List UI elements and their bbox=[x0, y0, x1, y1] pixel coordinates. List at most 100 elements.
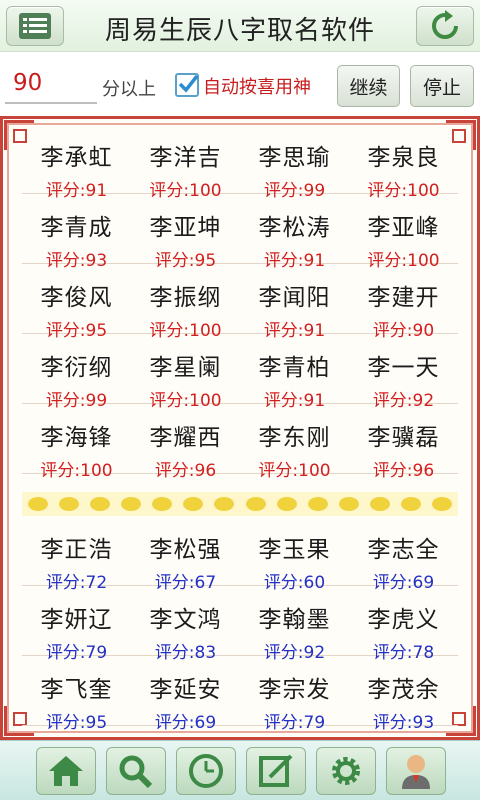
decorative-dot bbox=[276, 497, 297, 511]
name-text: 李东刚 bbox=[258, 425, 331, 451]
table-row: 李承虹 评分:91 李洋吉 评分:100 李思瑜 评分:99 李泉良 评分:100 bbox=[22, 128, 458, 201]
nav-edit-button[interactable] bbox=[246, 747, 306, 795]
decorative-dot bbox=[120, 497, 141, 511]
refresh-icon bbox=[432, 10, 458, 39]
name-text: 李振纲 bbox=[149, 285, 222, 311]
name-card[interactable]: 李亚峰 评分:100 bbox=[349, 198, 458, 271]
name-card[interactable]: 李青成 评分:93 bbox=[22, 198, 131, 271]
clock-icon bbox=[189, 754, 223, 788]
min-score-input[interactable] bbox=[5, 64, 97, 104]
name-card[interactable]: 李承虹 评分:91 bbox=[22, 128, 131, 201]
name-card[interactable]: 李青柏 评分:91 bbox=[240, 338, 349, 411]
table-row: 李俊风 评分:95 李振纲 评分:100 李闻阳 评分:91 李建开 评分:90 bbox=[22, 268, 458, 341]
nav-user-button[interactable] bbox=[386, 747, 446, 795]
name-card[interactable]: 李衍纲 评分:99 bbox=[22, 338, 131, 411]
decorative-dot bbox=[152, 497, 173, 511]
auto-label: 自动按喜用神 bbox=[203, 77, 311, 98]
name-card[interactable]: 李洋吉 评分:100 bbox=[131, 128, 240, 201]
score-text: 评分:79 bbox=[263, 713, 326, 733]
score-text: 评分:96 bbox=[372, 461, 435, 481]
name-card[interactable]: 李宗发评分:79 bbox=[240, 660, 349, 733]
name-text: 李玉果 bbox=[258, 537, 331, 563]
name-card[interactable]: 李延安评分:69 bbox=[131, 660, 240, 733]
name-text: 李俊风 bbox=[40, 285, 113, 311]
name-text: 李飞奎 bbox=[40, 677, 113, 703]
name-card[interactable]: 李亚坤 评分:95 bbox=[131, 198, 240, 271]
name-card[interactable]: 李思瑜 评分:99 bbox=[240, 128, 349, 201]
filter-controls: 分以上 自动按喜用神 继续 停止 bbox=[0, 53, 480, 115]
name-card[interactable]: 李海锋评分:100 bbox=[22, 408, 131, 481]
nav-search-button[interactable] bbox=[106, 747, 166, 795]
continue-button[interactable]: 继续 bbox=[337, 65, 400, 107]
name-text: 李茂余 bbox=[367, 677, 440, 703]
name-text: 李承虹 bbox=[40, 145, 113, 171]
names-list[interactable]: 李承虹 评分:91 李洋吉 评分:100 李思瑜 评分:99 李泉良 评分:100 李青… bbox=[22, 128, 458, 733]
bottom-nav bbox=[0, 740, 480, 800]
name-text: 李宗发 bbox=[258, 677, 331, 703]
table-row: 李海锋评分:100 李耀西 评分:96 李东刚 评分:100 李骥磊评分:96 bbox=[22, 408, 458, 481]
name-card[interactable]: 李耀西 评分:96 bbox=[131, 408, 240, 481]
name-card[interactable]: 李泉良 评分:100 bbox=[349, 128, 458, 201]
user-icon bbox=[402, 755, 430, 789]
name-card[interactable]: 李文鸿 评分:83 bbox=[131, 590, 240, 663]
name-card[interactable]: 李闻阳 评分:91 bbox=[240, 268, 349, 341]
name-card[interactable]: 李飞奎 评分:95 bbox=[22, 660, 131, 733]
table-row: 李青成 评分:93 李亚坤 评分:95 李松涛 评分:91 李亚峰 评分:100 bbox=[22, 198, 458, 271]
name-card[interactable]: 李建开 评分:90 bbox=[349, 268, 458, 341]
name-card[interactable]: 李星阑 评分:100 bbox=[131, 338, 240, 411]
decorative-dot bbox=[27, 497, 48, 511]
name-text: 李海锋 bbox=[40, 425, 113, 451]
stop-button[interactable]: 停止 bbox=[410, 65, 474, 107]
table-row: 李正浩 评分:72 李松强 评分:67 李玉果 评分:60 李志全 评分:69 bbox=[22, 520, 458, 593]
refresh-button[interactable] bbox=[416, 6, 474, 46]
name-text: 李泉良 bbox=[367, 145, 440, 171]
auto-checkbox[interactable] bbox=[175, 73, 199, 97]
name-card[interactable]: 李松涛 评分:91 bbox=[240, 198, 349, 271]
name-text: 李延安 bbox=[149, 677, 222, 703]
above-label: 分以上 bbox=[102, 79, 156, 100]
name-text: 李闻阳 bbox=[258, 285, 331, 311]
search-icon bbox=[119, 755, 153, 789]
name-card[interactable]: 李志全 评分:69 bbox=[349, 520, 458, 593]
name-text: 李思瑜 bbox=[258, 145, 331, 171]
score-text: 评分:69 bbox=[154, 713, 217, 733]
nav-settings-button[interactable] bbox=[316, 747, 376, 795]
table-row: 李衍纲 评分:99 李星阑 评分:100 李青柏 评分:91 李一天 评分:92 bbox=[22, 338, 458, 411]
table-row: 李飞奎 评分:95 李延安评分:69 李宗发评分:79 李茂余评分:93 bbox=[22, 660, 458, 733]
nav-history-button[interactable] bbox=[176, 747, 236, 795]
name-text: 李志全 bbox=[367, 537, 440, 563]
name-text: 李一天 bbox=[367, 355, 440, 381]
score-text: 评分:100 bbox=[40, 461, 113, 481]
name-card[interactable]: 李妍辽 评分:79 bbox=[22, 590, 131, 663]
name-card[interactable]: 李玉果 评分:60 bbox=[240, 520, 349, 593]
name-card[interactable]: 李骥磊评分:96 bbox=[349, 408, 458, 481]
nav-home-button[interactable] bbox=[36, 747, 96, 795]
name-text: 李衍纲 bbox=[40, 355, 113, 381]
name-text: 李青柏 bbox=[258, 355, 331, 381]
decorative-dot bbox=[370, 497, 391, 511]
name-card[interactable]: 李一天 评分:92 bbox=[349, 338, 458, 411]
name-card[interactable]: 李振纲 评分:100 bbox=[131, 268, 240, 341]
decorative-dot bbox=[307, 497, 328, 511]
decorative-dot bbox=[432, 497, 453, 511]
name-card[interactable]: 李俊风 评分:95 bbox=[22, 268, 131, 341]
name-card[interactable]: 李松强 评分:67 bbox=[131, 520, 240, 593]
name-card[interactable]: 李东刚 评分:100 bbox=[240, 408, 349, 481]
name-card[interactable]: 李茂余评分:93 bbox=[349, 660, 458, 733]
score-text: 评分:93 bbox=[372, 713, 435, 733]
name-text: 李洋吉 bbox=[149, 145, 222, 171]
gear-icon bbox=[332, 757, 360, 785]
header-bar: 周易生辰八字取名软件 bbox=[0, 0, 480, 52]
name-card[interactable]: 李翰墨 评分:92 bbox=[240, 590, 349, 663]
name-text: 李亚坤 bbox=[149, 215, 222, 241]
checkmark-icon bbox=[178, 74, 199, 93]
menu-button[interactable] bbox=[6, 6, 64, 46]
name-text: 李骥磊 bbox=[367, 425, 440, 451]
name-text: 李亚峰 bbox=[367, 215, 440, 241]
decorative-dot bbox=[89, 497, 110, 511]
score-text: 评分:96 bbox=[154, 461, 217, 481]
name-card[interactable]: 李正浩 评分:72 bbox=[22, 520, 131, 593]
name-card[interactable]: 李虎义 评分:78 bbox=[349, 590, 458, 663]
name-text: 李虎义 bbox=[367, 607, 440, 633]
home-icon bbox=[49, 756, 83, 786]
